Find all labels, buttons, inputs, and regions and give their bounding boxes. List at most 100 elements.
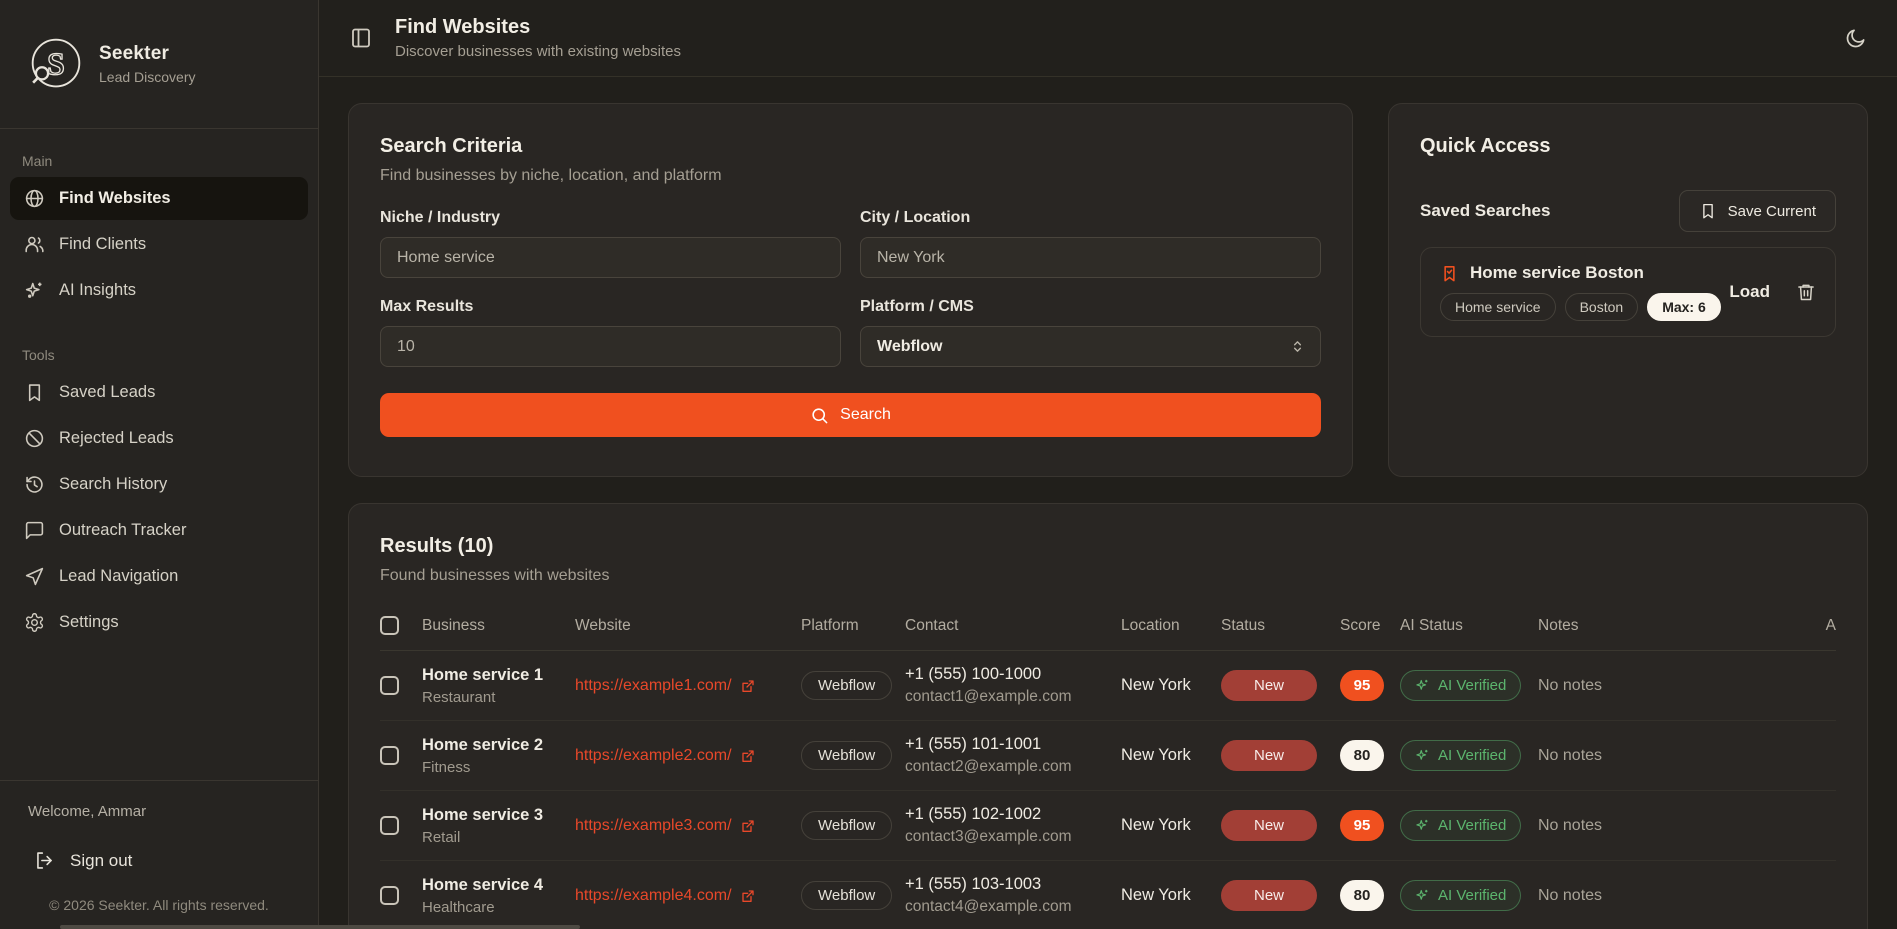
bookmark-icon <box>24 382 45 403</box>
column-location: Location <box>1121 617 1221 635</box>
notes-cell: No notes <box>1538 677 1810 695</box>
results-table-header: Business Website Platform Contact Locati… <box>380 601 1836 651</box>
max-results-input[interactable] <box>380 326 841 367</box>
sign-out-label: Sign out <box>70 851 132 871</box>
contact-phone: +1 (555) 103-1003 <box>905 875 1121 894</box>
sidebar-item-outreach-tracker[interactable]: Outreach Tracker <box>10 509 308 552</box>
sidebar-item-saved-leads[interactable]: Saved Leads <box>10 371 308 414</box>
column-status: Status <box>1221 617 1340 635</box>
contact-phone: +1 (555) 101-1001 <box>905 735 1121 754</box>
delete-saved-search-button[interactable] <box>1796 282 1816 302</box>
row-checkbox[interactable] <box>380 676 399 695</box>
bookmark-check-icon <box>1440 264 1459 283</box>
sparkles-icon <box>24 280 45 301</box>
ai-status-badge: AI Verified <box>1400 670 1521 701</box>
score-badge: 95 <box>1340 810 1384 841</box>
table-row: Home service 4 Healthcare https://exampl… <box>380 861 1836 929</box>
business-name: Home service 1 <box>422 666 575 685</box>
external-link-icon <box>740 748 756 764</box>
sidebar-item-label: Find Websites <box>59 189 171 208</box>
history-icon <box>24 474 45 495</box>
ai-status-label: AI Verified <box>1438 887 1506 904</box>
sparkles-icon <box>1415 678 1430 693</box>
sidebar-item-label: Saved Leads <box>59 383 155 402</box>
sidebar-item-rejected-leads[interactable]: Rejected Leads <box>10 417 308 460</box>
row-checkbox[interactable] <box>380 816 399 835</box>
theme-toggle-button[interactable] <box>1844 27 1867 50</box>
platform-badge: Webflow <box>801 741 892 770</box>
platform-badge: Webflow <box>801 811 892 840</box>
welcome-text: Welcome, Ammar <box>28 803 290 820</box>
sidebar-item-search-history[interactable]: Search History <box>10 463 308 506</box>
main-area: Find Websites Discover businesses with e… <box>319 0 1897 929</box>
saved-searches-label: Saved Searches <box>1420 201 1550 221</box>
contact-email: contact2@example.com <box>905 758 1121 776</box>
sidebar-toggle-button[interactable] <box>349 26 373 50</box>
location-input[interactable] <box>860 237 1321 278</box>
horizontal-scrollbar[interactable] <box>60 925 580 929</box>
seekter-logo-icon: S <box>28 36 84 92</box>
business-category: Healthcare <box>422 899 575 916</box>
svg-text:S: S <box>47 46 65 81</box>
notes-cell: No notes <box>1538 887 1810 905</box>
ai-status-badge: AI Verified <box>1400 880 1521 911</box>
website-url: https://example2.com/ <box>575 747 732 765</box>
search-icon <box>810 406 829 425</box>
niche-label: Niche / Industry <box>380 209 841 227</box>
copyright-text: © 2026 Seekter. All rights reserved. <box>28 897 290 913</box>
website-link[interactable]: https://example1.com/ <box>575 677 801 695</box>
sidebar-item-settings[interactable]: Settings <box>10 601 308 644</box>
table-row: Home service 2 Fitness https://example2.… <box>380 721 1836 791</box>
select-all-checkbox[interactable] <box>380 616 399 635</box>
nav-section-main: Main <box>10 143 308 177</box>
external-link-icon <box>740 888 756 904</box>
website-link[interactable]: https://example3.com/ <box>575 817 801 835</box>
contact-email: contact3@example.com <box>905 828 1121 846</box>
sidebar-item-find-clients[interactable]: Find Clients <box>10 223 308 266</box>
sidebar-item-lead-navigation[interactable]: Lead Navigation <box>10 555 308 598</box>
sidebar: S Seekter Lead Discovery Main Find Websi… <box>0 0 319 929</box>
location-label: City / Location <box>860 209 1321 227</box>
max-results-label: Max Results <box>380 298 841 316</box>
business-category: Fitness <box>422 759 575 776</box>
niche-input[interactable] <box>380 237 841 278</box>
contact-phone: +1 (555) 102-1002 <box>905 805 1121 824</box>
business-category: Restaurant <box>422 689 575 706</box>
column-contact: Contact <box>905 617 1121 635</box>
platform-select[interactable]: Webflow <box>860 326 1321 367</box>
row-checkbox[interactable] <box>380 746 399 765</box>
sidebar-item-find-websites[interactable]: Find Websites <box>10 177 308 220</box>
search-criteria-title: Search Criteria <box>380 135 1321 158</box>
app-tagline: Lead Discovery <box>99 69 196 85</box>
save-current-button[interactable]: Save Current <box>1679 190 1836 232</box>
sign-out-button[interactable]: Sign out <box>28 842 290 879</box>
sidebar-item-label: Search History <box>59 475 167 494</box>
website-link[interactable]: https://example2.com/ <box>575 747 801 765</box>
bookmark-icon <box>1699 202 1717 220</box>
platform-select-value: Webflow <box>877 338 942 356</box>
sparkles-icon <box>1415 748 1430 763</box>
website-link[interactable]: https://example4.com/ <box>575 887 801 905</box>
sidebar-item-ai-insights[interactable]: AI Insights <box>10 269 308 312</box>
website-url: https://example1.com/ <box>575 677 732 695</box>
website-url: https://example3.com/ <box>575 817 732 835</box>
panel-left-icon <box>349 26 373 50</box>
table-row: Home service 3 Retail https://example3.c… <box>380 791 1836 861</box>
score-badge: 95 <box>1340 670 1384 701</box>
page-subtitle: Discover businesses with existing websit… <box>395 43 681 60</box>
navigation-icon <box>24 566 45 587</box>
column-platform: Platform <box>801 617 905 635</box>
location-cell: New York <box>1121 676 1221 695</box>
load-saved-search-button[interactable]: Load <box>1729 282 1770 302</box>
row-checkbox[interactable] <box>380 886 399 905</box>
column-business: Business <box>422 617 575 635</box>
sidebar-item-label: Settings <box>59 613 119 632</box>
gear-icon <box>24 612 45 633</box>
location-cell: New York <box>1121 886 1221 905</box>
search-button[interactable]: Search <box>380 393 1321 437</box>
column-score: Score <box>1340 617 1400 635</box>
table-row: Home service 1 Restaurant https://exampl… <box>380 651 1836 721</box>
search-button-label: Search <box>840 406 891 424</box>
business-name: Home service 2 <box>422 736 575 755</box>
column-actions: A <box>1810 617 1836 635</box>
